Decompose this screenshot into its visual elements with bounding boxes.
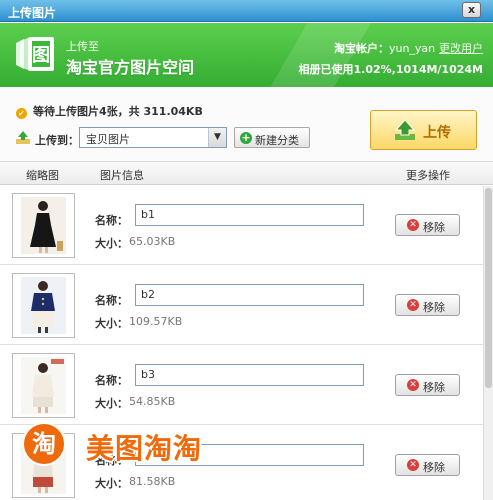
- account-info: 淘宝帐户：yun_yan 更改用户: [334, 40, 483, 56]
- close-button[interactable]: x: [462, 2, 481, 18]
- upload-arrow-icon: [394, 119, 416, 140]
- pending-summary: ✔ 等待上传图片4张，共 311.04KB: [16, 103, 203, 119]
- thumbnail: [12, 273, 75, 338]
- name-label: 名称：: [95, 374, 128, 387]
- destination-select[interactable]: 宝贝图片 ▼: [79, 127, 227, 148]
- account-label: 淘宝帐户：: [333, 42, 389, 55]
- title-bar: 上传图片 x: [0, 0, 493, 22]
- remove-x-icon: ✕: [407, 219, 419, 231]
- destination-value: 宝贝图片: [86, 133, 130, 146]
- scrollbar-thumb[interactable]: [485, 188, 492, 388]
- size-label: 大小：: [95, 317, 128, 330]
- watermark-logo-icon: 淘: [22, 422, 66, 466]
- album-usage-text: 相册已使用1.02%,1014M/1024M: [298, 63, 483, 76]
- size-value: 109.57KB: [129, 315, 183, 328]
- upload-button[interactable]: 上传: [370, 110, 477, 150]
- picture-space-logo-icon: 图: [16, 37, 54, 71]
- remove-x-icon: ✕: [407, 379, 419, 391]
- list-header: 缩略图 图片信息 更多操作: [0, 161, 493, 185]
- picture-space-name: 淘宝官方图片空间: [66, 58, 195, 77]
- watermark: 淘 美图淘淘: [22, 422, 252, 466]
- new-category-button[interactable]: + 新建分类: [234, 127, 310, 148]
- thumbnail-image: [21, 197, 66, 254]
- size-label: 大小：: [95, 477, 128, 490]
- thumbnail-image: [21, 357, 66, 414]
- remove-label: 移除: [423, 381, 445, 394]
- name-label: 名称：: [95, 214, 128, 227]
- remove-button[interactable]: ✕ 移除: [395, 214, 460, 236]
- remove-button[interactable]: ✕ 移除: [395, 454, 460, 476]
- header-banner: 图 上传至 淘宝官方图片空间 淘宝帐户：yun_yan 更改用户 相册已使用1.…: [0, 23, 493, 87]
- upload-button-label: 上传: [423, 125, 451, 141]
- remove-x-icon: ✕: [407, 459, 419, 471]
- upload-folder-icon: [16, 131, 30, 144]
- account-name: yun_yan: [388, 42, 436, 55]
- name-input[interactable]: b1: [135, 204, 364, 226]
- chevron-down-icon[interactable]: ▼: [208, 128, 226, 147]
- remove-x-icon: ✕: [407, 299, 419, 311]
- upload-to-label: 上传至: [66, 40, 99, 53]
- svg-text:图: 图: [32, 45, 50, 66]
- check-icon: ✔: [16, 108, 27, 119]
- remove-label: 移除: [423, 221, 445, 234]
- column-more-actions: 更多操作: [406, 169, 450, 182]
- list-item: 名称： b1 大小： 65.03KB ✕ 移除: [0, 186, 483, 265]
- size-label: 大小：: [95, 397, 128, 410]
- change-user-link[interactable]: 更改用户: [439, 42, 483, 55]
- column-thumbnail: 缩略图: [26, 169, 59, 182]
- destination-label: 上传到：: [35, 134, 79, 147]
- pending-summary-text: 等待上传图片4张，共 311.04KB: [33, 105, 203, 118]
- remove-button[interactable]: ✕ 移除: [395, 294, 460, 316]
- list-item: 名称： b2 大小： 109.57KB ✕ 移除: [0, 266, 483, 345]
- list-item: 名称： b3 大小： 54.85KB ✕ 移除: [0, 346, 483, 425]
- window-title: 上传图片: [8, 6, 57, 20]
- size-value: 65.03KB: [129, 235, 176, 248]
- size-label: 大小：: [95, 237, 128, 250]
- remove-label: 移除: [423, 301, 445, 314]
- new-category-label: 新建分类: [255, 134, 299, 147]
- name-input[interactable]: b3: [135, 364, 364, 386]
- size-value: 81.58KB: [129, 475, 176, 488]
- thumbnail: [12, 353, 75, 418]
- column-image-info: 图片信息: [100, 169, 144, 182]
- plus-icon: +: [240, 131, 252, 144]
- thumbnail-image: [21, 277, 66, 334]
- size-value: 54.85KB: [129, 395, 176, 408]
- remove-label: 移除: [423, 461, 445, 474]
- name-input[interactable]: b2: [135, 284, 364, 306]
- remove-button[interactable]: ✕ 移除: [395, 374, 460, 396]
- name-label: 名称：: [95, 294, 128, 307]
- list-scrollbar[interactable]: [483, 186, 493, 500]
- thumbnail: [12, 193, 75, 258]
- watermark-text: 美图淘淘: [86, 432, 203, 465]
